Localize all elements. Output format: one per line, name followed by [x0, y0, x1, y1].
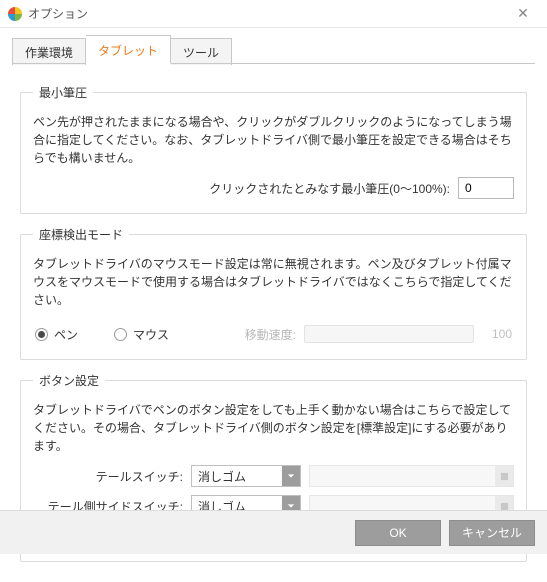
radio-mouse[interactable]: マウス	[114, 326, 169, 343]
radio-dot-icon	[114, 328, 127, 341]
tail-switch-combo[interactable]: 消しゴム	[191, 465, 301, 487]
tab-work-env[interactable]: 作業環境	[12, 38, 86, 65]
ok-button[interactable]: OK	[355, 520, 441, 546]
group-min-pressure-legend: 最小筆圧	[33, 84, 93, 101]
min-pressure-label: クリックされたとみなす最小筆圧(0～100%):	[209, 180, 450, 197]
button-row-tail: テールスイッチ: 消しゴム	[33, 465, 514, 487]
dialog-footer: OK キャンセル	[0, 510, 547, 554]
group-button-legend: ボタン設定	[33, 372, 105, 389]
tabs: 作業環境 タブレット ツール	[12, 38, 535, 64]
radio-dot-icon	[35, 328, 48, 341]
ellipsis-icon	[495, 466, 513, 486]
radio-mouse-label: マウス	[133, 326, 169, 343]
radio-pen-label: ペン	[54, 326, 78, 343]
window-title: オプション	[28, 5, 507, 22]
move-speed-label: 移動速度:	[245, 326, 296, 343]
app-icon	[8, 7, 22, 21]
move-speed: 移動速度: 100	[205, 325, 512, 343]
tail-switch-value: 消しゴム	[192, 468, 282, 485]
coord-desc: タブレットドライバのマウスモード設定は常に無視されます。ペン及びタブレット付属マ…	[33, 255, 514, 309]
tab-tablet[interactable]: タブレット	[86, 35, 171, 64]
min-pressure-desc: ペン先が押されたままになる場合や、クリックがダブルクリックのようになってしまう場…	[33, 113, 514, 167]
tail-switch-extra	[309, 465, 514, 487]
titlebar: オプション ✕	[0, 0, 547, 28]
group-coord-legend: 座標検出モード	[33, 226, 129, 243]
cancel-button[interactable]: キャンセル	[449, 520, 535, 546]
tail-switch-label: テールスイッチ:	[33, 468, 183, 485]
radio-pen[interactable]: ペン	[35, 326, 78, 343]
button-desc: タブレットドライバでペンのボタン設定をしても上手く動かない場合はこちらで設定して…	[33, 401, 514, 455]
group-coord-mode: 座標検出モード タブレットドライバのマウスモード設定は常に無視されます。ペン及び…	[20, 226, 527, 360]
content-area: 作業環境 タブレット ツール 最小筆圧 ペン先が押されたままになる場合や、クリッ…	[0, 28, 547, 582]
tab-panel-tablet: 最小筆圧 ペン先が押されたままになる場合や、クリックがダブルクリックのようになっ…	[12, 64, 535, 582]
min-pressure-input[interactable]	[458, 177, 514, 199]
group-min-pressure: 最小筆圧 ペン先が押されたままになる場合や、クリックがダブルクリックのようになっ…	[20, 84, 527, 214]
chevron-down-icon	[282, 466, 300, 486]
tab-tools[interactable]: ツール	[171, 38, 232, 65]
move-speed-slider	[304, 325, 474, 343]
move-speed-value: 100	[482, 327, 512, 341]
close-icon[interactable]: ✕	[507, 5, 539, 22]
